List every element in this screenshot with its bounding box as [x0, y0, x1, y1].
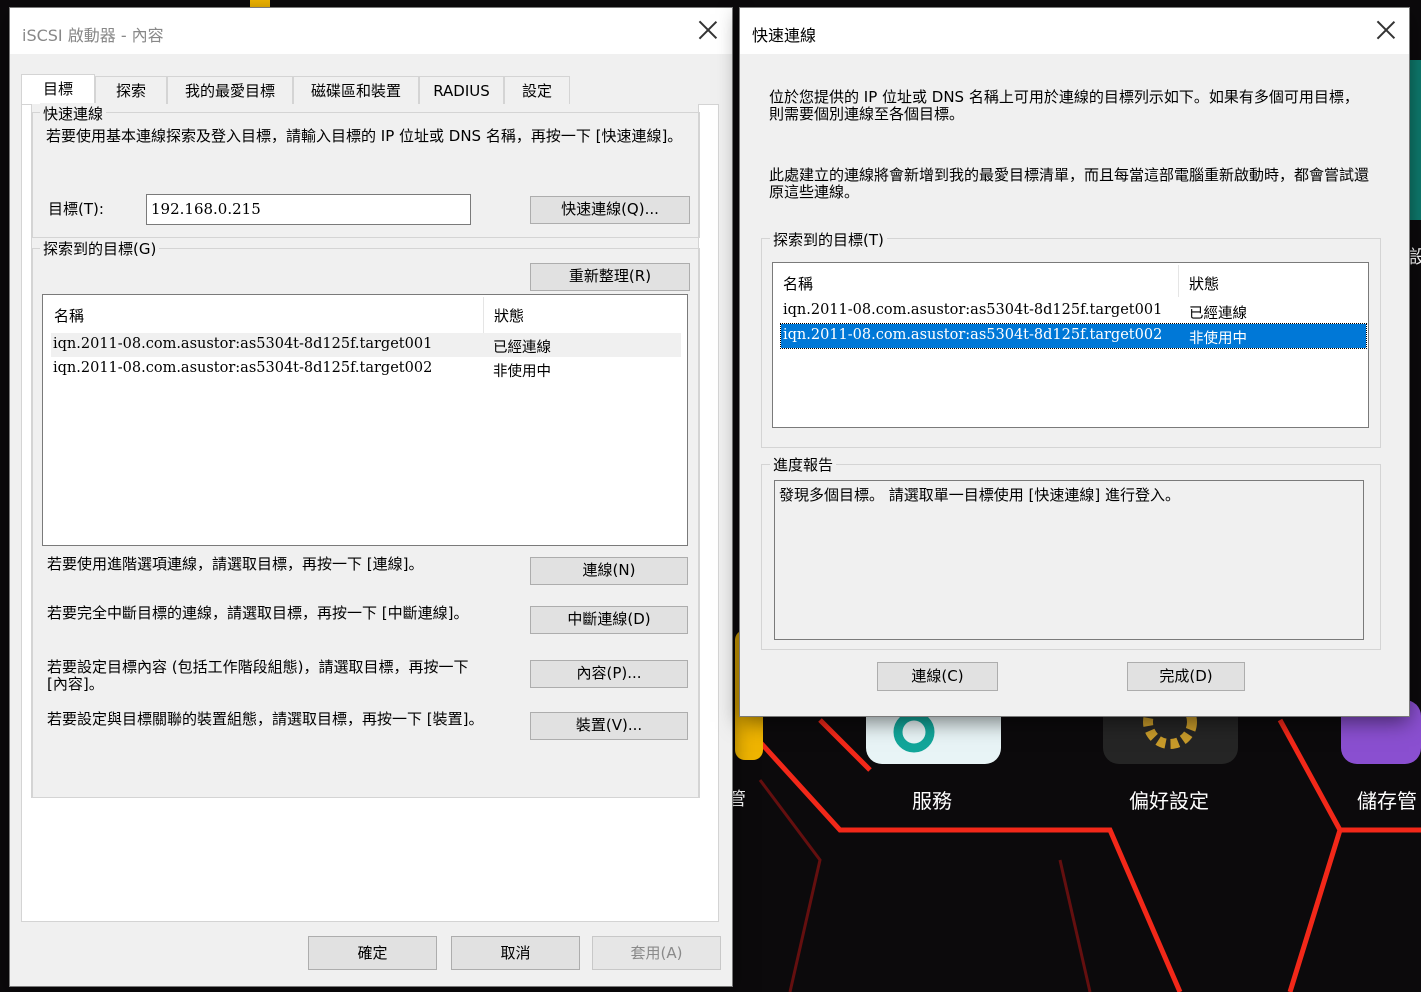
- target-name: iqn.2011-08.com.asustor:as5304t-8d125f.t…: [783, 302, 1163, 318]
- discovered-targets-list[interactable]: 名稱 狀態 iqn.2011-08.com.asustor:as5304t-8d…: [772, 262, 1369, 428]
- discovered-targets-group-label: 探索到的目標(G): [40, 238, 160, 259]
- target-name: iqn.2011-08.com.asustor:as5304t-8d125f.t…: [783, 327, 1163, 343]
- column-divider: [483, 297, 484, 333]
- intro-text: 位於您提供的 IP 位址或 DNS 名稱上可用於連線的目標列示如下。如果有多個可…: [769, 88, 1359, 123]
- tab-favorite-targets[interactable]: 我的最愛目標: [167, 76, 293, 104]
- column-header-name[interactable]: 名稱: [54, 305, 84, 326]
- target-status: 非使用中: [1189, 331, 1247, 347]
- progress-report-group-label: 進度報告: [770, 454, 837, 475]
- discovered-targets-group-label: 探索到的目標(T): [770, 229, 887, 250]
- storage-app-label: 儲存管: [1357, 789, 1417, 813]
- table-row[interactable]: iqn.2011-08.com.asustor:as5304t-8d125f.t…: [51, 357, 681, 381]
- properties-button[interactable]: 內容(P)...: [530, 660, 688, 688]
- progress-report-box: 發現多個目標。 請選取單一目標使用 [快速連線] 進行登入。: [774, 480, 1364, 640]
- close-icon[interactable]: [696, 18, 720, 42]
- target-status: 已經連線: [493, 340, 551, 356]
- iscsi-properties-window: iSCSI 啟動器 - 內容 目標 探索 我的最愛目標 磁碟區和裝置 RADIU…: [10, 8, 732, 986]
- progress-report-text: 發現多個目標。 請選取單一目標使用 [快速連線] 進行登入。: [779, 486, 1181, 504]
- devices-button[interactable]: 裝置(V)...: [530, 712, 688, 740]
- target-status: 非使用中: [493, 364, 551, 380]
- desktop-edge-text: 設: [1409, 247, 1421, 268]
- target-label: 目標(T):: [48, 200, 104, 218]
- target-status: 已經連線: [1189, 306, 1247, 322]
- title-bar: iSCSI 啟動器 - 內容: [10, 8, 732, 54]
- discovered-targets-list[interactable]: 名稱 狀態 iqn.2011-08.com.asustor:as5304t-8d…: [42, 294, 688, 546]
- favorites-note: 此處建立的連線將會新增到我的最愛目標清單，而且每當這部電腦重新啟動時，都會嘗試還…: [769, 166, 1370, 201]
- ok-button[interactable]: 確定: [308, 936, 437, 970]
- column-header-name[interactable]: 名稱: [783, 273, 813, 294]
- target-name: iqn.2011-08.com.asustor:as5304t-8d125f.t…: [53, 336, 433, 352]
- column-divider: [1178, 265, 1179, 297]
- cancel-button[interactable]: 取消: [451, 936, 580, 970]
- window-title: 快速連線: [752, 26, 817, 45]
- window-title: iSCSI 啟動器 - 內容: [22, 26, 164, 45]
- tab-volumes-devices[interactable]: 磁碟區和裝置: [293, 76, 419, 104]
- done-button[interactable]: 完成(D): [1127, 662, 1245, 691]
- quick-connect-button[interactable]: 快速連線(Q)...: [530, 196, 690, 224]
- services-app-label: 服務: [912, 789, 952, 813]
- tab-targets[interactable]: 目標: [21, 74, 95, 106]
- quick-connect-window: 快速連線 位於您提供的 IP 位址或 DNS 名稱上可用於連線的目標列示如下。如…: [740, 8, 1409, 716]
- table-row[interactable]: iqn.2011-08.com.asustor:as5304t-8d125f.t…: [781, 299, 1366, 323]
- table-row-selected[interactable]: iqn.2011-08.com.asustor:as5304t-8d125f.t…: [780, 323, 1367, 349]
- quick-connect-group-label: 快速連線: [40, 103, 107, 124]
- properties-description: 若要設定目標內容 (包括工作階段組態)，請選取目標，再按一下 [內容]。: [47, 658, 469, 693]
- target-input[interactable]: 192.168.0.215: [146, 194, 471, 225]
- title-bar: 快速連線: [740, 8, 1409, 54]
- target-name: iqn.2011-08.com.asustor:as5304t-8d125f.t…: [53, 360, 433, 376]
- column-header-status[interactable]: 狀態: [1189, 273, 1219, 294]
- quick-connect-description: 若要使用基本連線探索及登入目標，請輸入目標的 IP 位址或 DNS 名稱，再按一…: [46, 127, 683, 145]
- connect-description: 若要使用進階選項連線，請選取目標，再按一下 [連線]。: [47, 555, 424, 573]
- refresh-button[interactable]: 重新整理(R): [530, 263, 690, 291]
- close-icon[interactable]: [1374, 18, 1398, 42]
- connect-button[interactable]: 連線(C): [877, 662, 998, 691]
- tab-discovery[interactable]: 探索: [95, 76, 167, 104]
- preferences-app-label: 偏好設定: [1129, 789, 1209, 813]
- apply-button[interactable]: 套用(A): [592, 936, 721, 970]
- tab-settings[interactable]: 設定: [504, 76, 570, 104]
- connect-button[interactable]: 連線(N): [530, 557, 688, 585]
- disconnect-description: 若要完全中斷目標的連線，請選取目標，再按一下 [中斷連線]。: [47, 604, 469, 622]
- disconnect-button[interactable]: 中斷連線(D): [530, 606, 688, 634]
- column-header-status[interactable]: 狀態: [494, 305, 524, 326]
- devices-description: 若要設定與目標關聯的裝置組態，請選取目標，再按一下 [裝置]。: [47, 710, 484, 728]
- table-row[interactable]: iqn.2011-08.com.asustor:as5304t-8d125f.t…: [51, 333, 681, 357]
- tab-radius[interactable]: RADIUS: [419, 76, 504, 104]
